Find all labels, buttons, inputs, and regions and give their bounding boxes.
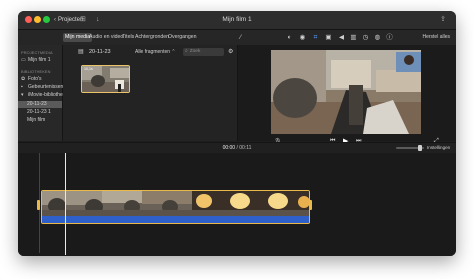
playhead[interactable] <box>65 153 66 255</box>
sidebar-item-event-20-11-23-1[interactable]: 20-11-23 1 <box>21 109 61 116</box>
toolbar: Mijn media Audio en video Titels Achterg… <box>18 30 456 45</box>
preview-viewer: 🎙 ⏮ ▶ ⏭ ⤢ <box>238 45 456 145</box>
stabilization-icon[interactable]: ▣ <box>324 33 333 42</box>
sidebar-item-event-20-11-23[interactable]: 20-11-23 <box>18 101 62 108</box>
color-balance-icon[interactable]: ◐ <box>285 33 294 42</box>
window-title: Mijn film 1 <box>222 16 252 23</box>
disclosure-triangle-icon: ▾ <box>21 92 24 98</box>
title-bar: ‹ Projecten ⊞ ↓ Mijn film 1 ⇪ <box>18 11 456 30</box>
share-icon[interactable]: ⇪ <box>440 15 446 25</box>
search-field[interactable]: ⌕ Zoek <box>183 48 224 56</box>
video-preview-frame <box>271 50 421 134</box>
sidebar-toggle-icon[interactable]: ▤ <box>78 48 84 57</box>
total-time: 00:11 <box>239 145 252 151</box>
waveform-graphic <box>42 222 309 224</box>
search-icon: ⌕ <box>185 49 188 54</box>
timeline-settings-button[interactable]: Instellingen <box>427 144 450 152</box>
clip-trim-handle-right[interactable] <box>309 200 312 210</box>
tab-transitions[interactable]: Overgangen <box>166 33 199 42</box>
sidebar-item-library[interactable]: ▾ iMovie-bibliotheek <box>21 92 68 99</box>
sidebar-item-project[interactable]: ▭ Mijn film 1 <box>21 57 61 64</box>
browser-settings-icon[interactable]: ⚙ <box>228 48 233 57</box>
clip-filter-dropdown[interactable]: Alle fragmenten ⌃ <box>135 48 176 57</box>
current-time: 00:00 <box>222 145 236 151</box>
color-correction-icon[interactable]: ◉ <box>298 33 307 42</box>
timeline-zoom-slider[interactable] <box>396 145 424 151</box>
project-media-heading: PROJECTMEDIA <box>21 50 53 55</box>
volume-icon[interactable]: ◀ <box>337 33 346 42</box>
sidebar-item-my-film[interactable]: Mijn film <box>21 117 61 124</box>
clip-filmstrip <box>42 191 309 216</box>
time-separator: / <box>236 145 238 151</box>
timeline-header: 00:00 / 00:11 Instellingen <box>18 142 456 153</box>
photos-icon: ✿ <box>21 76 26 82</box>
timecode-display: 00:00 / 00:11 <box>18 144 456 152</box>
sidebar-item-photos[interactable]: ✿ Foto's <box>21 76 61 83</box>
clip-duration: 10,1s <box>84 67 93 71</box>
audio-waveform <box>42 216 309 223</box>
imovie-window: ‹ Projecten ⊞ ↓ Mijn film 1 ⇪ Mijn media … <box>18 11 456 256</box>
libraries-heading: BIBLIOTHEKEN <box>21 69 51 74</box>
clip-trim-handle-left[interactable] <box>37 200 40 210</box>
noise-reduction-icon[interactable]: ▥ <box>349 33 358 42</box>
zoom-slider-knob[interactable] <box>418 145 422 151</box>
sidebar-item-events[interactable]: ▪ Gebeurtenissen <box>21 84 63 91</box>
chevron-updown-icon: ⌃ <box>171 49 176 55</box>
info-icon[interactable]: ⓘ <box>385 33 394 42</box>
speed-icon[interactable]: ◷ <box>361 33 370 42</box>
browser-event-title: 20-11-23 <box>89 49 111 55</box>
timeline-video-clip[interactable] <box>41 190 310 224</box>
filter-icon[interactable]: ◍ <box>373 33 382 42</box>
reset-all-button[interactable]: Herstel alles <box>422 33 450 42</box>
events-icon: ▪ <box>21 84 23 90</box>
timeline-area[interactable] <box>18 153 456 256</box>
film-icon: ▭ <box>21 57 26 63</box>
media-clip-thumbnail[interactable]: 10,1s <box>81 65 130 93</box>
sidebar: PROJECTMEDIA ▭ Mijn film 1 BIBLIOTHEKEN ✿… <box>18 45 68 141</box>
video-frame-image <box>271 50 421 134</box>
crop-icon[interactable]: ⌗ <box>311 33 320 42</box>
media-browser: ▤ 20-11-23 Alle fragmenten ⌃ ⌕ Zoek ⚙ 10,… <box>63 45 238 141</box>
magic-wand-icon[interactable]: ⁄ <box>240 33 241 42</box>
